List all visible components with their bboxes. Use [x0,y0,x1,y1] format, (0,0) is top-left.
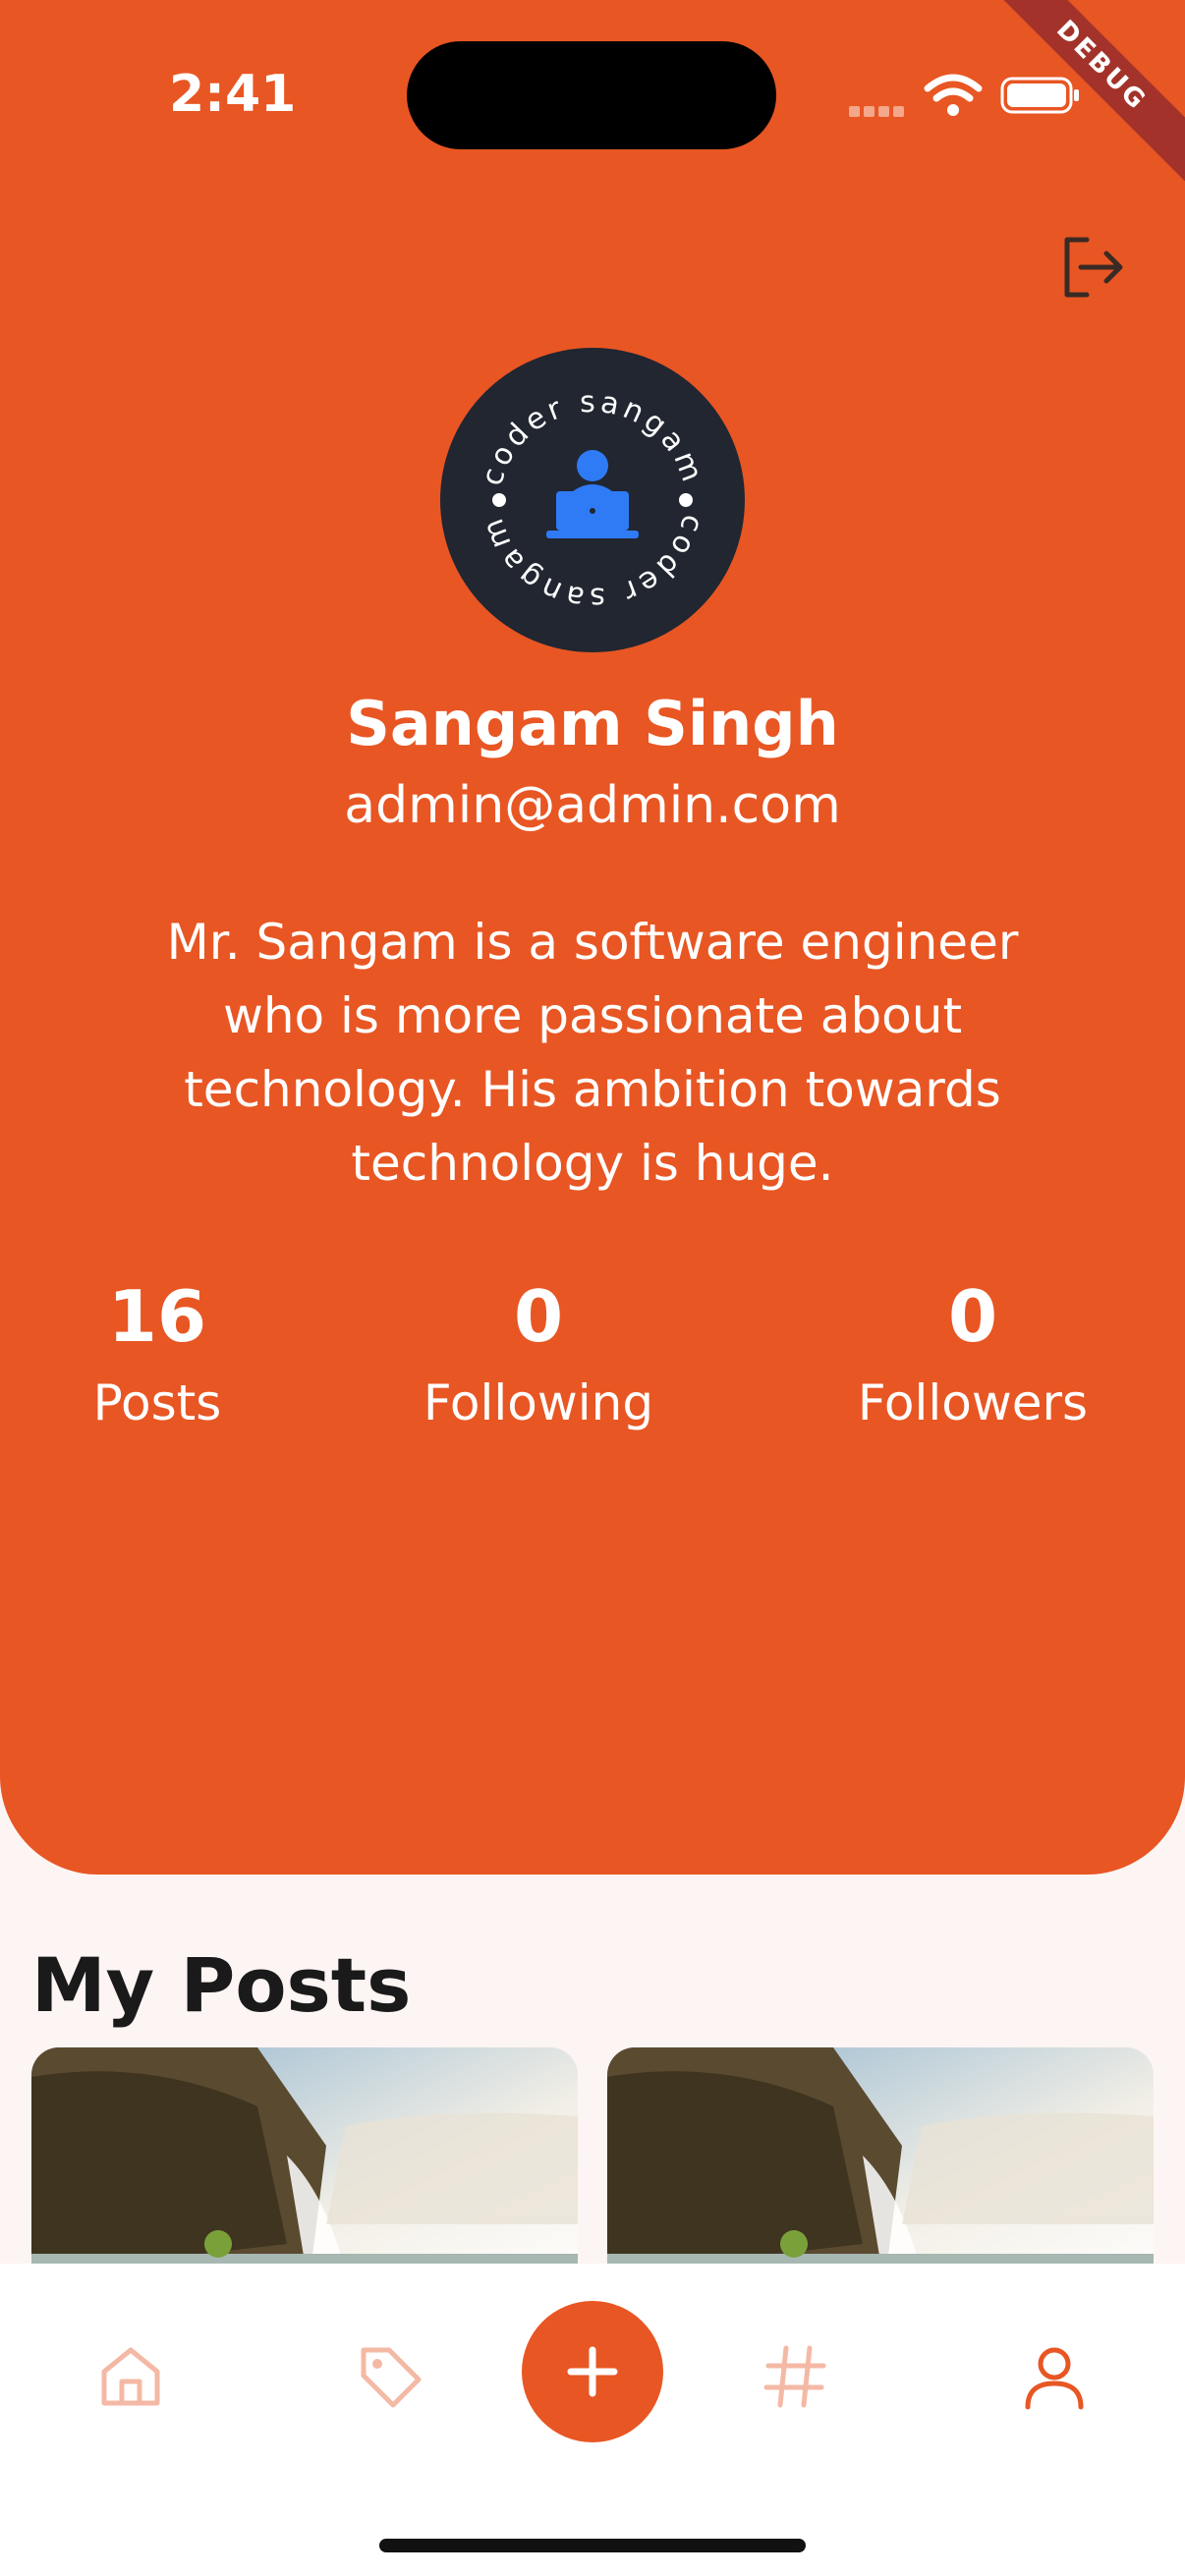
add-post-button[interactable] [522,2301,663,2442]
stat-following[interactable]: 0 Following [391,1267,686,1440]
stat-value: 0 [513,1275,564,1358]
stat-label: Posts [92,1374,222,1431]
stat-label: Following [423,1374,654,1431]
dynamic-island [407,41,776,149]
home-icon[interactable] [96,2342,165,2411]
profile-icon[interactable] [1020,2342,1089,2411]
bottom-nav [0,2264,1185,2576]
stat-posts[interactable]: 16 Posts [59,1267,255,1440]
profile-name: Sangam Singh [346,688,839,759]
avatar-logo: coder sangam coder sangam [475,385,706,615]
stat-label: Followers [857,1374,1089,1431]
status-time: 2:41 [169,65,297,124]
stat-value: 16 [107,1275,207,1358]
wifi-icon [924,74,983,116]
tag-icon[interactable] [356,2342,424,2411]
profile-email: admin@admin.com [344,776,841,835]
stat-value: 0 [947,1275,998,1358]
battery-icon [1000,77,1079,114]
hashtag-icon[interactable] [761,2342,829,2411]
add-icon [567,2346,618,2397]
section-title: My Posts [31,1941,412,2029]
logout-icon[interactable] [1057,232,1128,303]
signal-icon [849,102,908,121]
stat-followers[interactable]: 0 Followers [835,1267,1110,1440]
home-indicator [379,2539,806,2552]
avatar[interactable]: coder sangam coder sangam [440,348,745,652]
profile-bio: Mr. Sangam is a software engineer who is… [166,914,1019,1192]
